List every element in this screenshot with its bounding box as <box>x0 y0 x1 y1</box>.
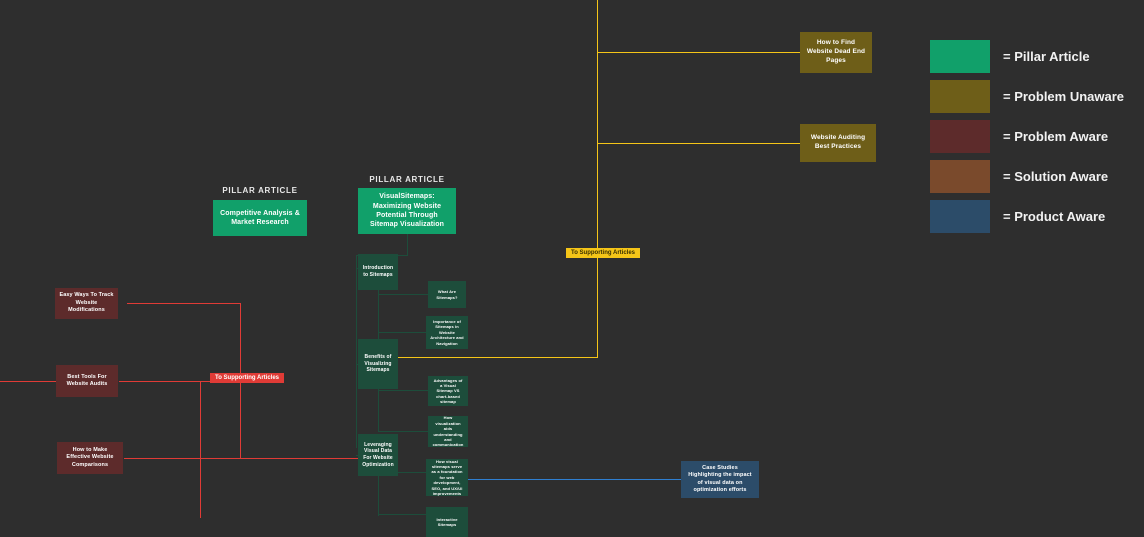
node-label: How to Find Website Dead End Pages <box>806 39 866 64</box>
connector-yellow-trunk <box>597 0 598 357</box>
connector-green-leveraging-child2 <box>378 514 426 515</box>
node-advantages-visual-vs-chart-sitemap[interactable]: Advantages of a Visual Sitemap VS chart-… <box>428 376 468 406</box>
node-label: Importance of Sitemaps in Website Archit… <box>430 319 464 346</box>
node-leveraging-visual-data[interactable]: Leveraging Visual Data For Website Optim… <box>358 434 398 476</box>
node-label: Leveraging Visual Data For Website Optim… <box>362 441 394 468</box>
connector-green-benefits-spine <box>378 388 379 432</box>
connector-green-pillar-down <box>407 234 408 255</box>
legend-label: = Problem Unaware <box>1003 89 1125 104</box>
legend-label: = Problem Aware <box>1003 129 1109 144</box>
connector-green-intro-child2 <box>378 332 426 333</box>
edge-label-yellow-supporting: To Supporting Articles <box>566 248 640 258</box>
node-label: Interactive Sitemaps <box>436 516 458 527</box>
node-label: Competitive Analysis & Market Research <box>220 209 300 226</box>
node-how-to-find-dead-end-pages[interactable]: How to Find Website Dead End Pages <box>800 32 872 73</box>
connector-yellow-to-dead-end <box>597 52 800 53</box>
legend-swatch-product-aware <box>930 200 990 233</box>
node-label: How to Make Effective Website Comparison… <box>66 446 114 468</box>
legend-swatch-solution-aware <box>930 160 990 193</box>
connector-green-leveraging-spine <box>378 472 379 516</box>
caption-pillar-article-left: PILLAR ARTICLE <box>213 186 307 195</box>
connector-green-benefits-child2 <box>378 431 428 432</box>
connector-red-comparisons <box>124 458 364 459</box>
node-best-tools-for-website-audits[interactable]: Best Tools For Website Audits <box>56 365 118 397</box>
legend-item-problem-aware: = Problem Aware <box>930 120 1108 153</box>
node-case-studies-impact-visual-data[interactable]: Case Studies Highlighting the impact of … <box>681 461 759 498</box>
edge-label-red-supporting: To Supporting Articles <box>210 373 284 383</box>
node-label: Benefits of Visualizing Sitemaps <box>364 353 392 374</box>
connector-red-track-mods <box>127 303 240 304</box>
node-benefits-of-visualizing-sitemaps[interactable]: Benefits of Visualizing Sitemaps <box>358 339 398 389</box>
legend-item-problem-unaware: = Problem Unaware <box>930 80 1124 113</box>
node-label: How visualization aids understanding and… <box>432 415 464 448</box>
node-competitive-analysis-market-research[interactable]: Competitive Analysis & Market Research <box>213 200 307 236</box>
connector-red-left-stub <box>0 381 56 382</box>
node-label: Introduction to Sitemaps <box>362 265 394 278</box>
node-easy-ways-to-track-website-modifications[interactable]: Easy Ways To Track Website Modifications <box>55 288 118 319</box>
connector-red-vertical-left <box>200 381 201 518</box>
node-how-visualization-aids-understanding[interactable]: How visualization aids understanding and… <box>428 415 468 448</box>
node-importance-of-sitemaps-architecture[interactable]: Importance of Sitemaps in Website Archit… <box>426 316 468 349</box>
caption-text: PILLAR ARTICLE <box>369 175 445 184</box>
legend-swatch-pillar-article <box>930 40 990 73</box>
node-visualsitemaps-pillar[interactable]: VisualSitemaps: Maximizing Website Poten… <box>358 188 456 234</box>
node-how-to-make-effective-website-comparisons[interactable]: How to Make Effective Website Comparison… <box>57 442 123 474</box>
node-label: How visual sitemaps serve as a foundatio… <box>431 458 463 496</box>
caption-pillar-article-main: PILLAR ARTICLE <box>358 175 456 184</box>
edge-label-text: To Supporting Articles <box>215 375 279 381</box>
node-label: What Are Sitemaps? <box>436 289 458 300</box>
node-label: VisualSitemaps: Maximizing Website Poten… <box>370 193 444 229</box>
node-label: Case Studies Highlighting the impact of … <box>688 464 752 493</box>
legend-label: = Product Aware <box>1003 209 1106 224</box>
node-label: Advantages of a Visual Sitemap VS chart-… <box>433 377 463 405</box>
legend-item-pillar-article: = Pillar Article <box>930 40 1090 73</box>
node-what-are-sitemaps[interactable]: What Are Sitemaps? <box>428 281 466 308</box>
node-foundation-web-dev-seo-uxui[interactable]: How visual sitemaps serve as a foundatio… <box>426 459 468 496</box>
connector-yellow-to-auditing <box>597 143 800 144</box>
node-bottom-partial[interactable]: Interactive Sitemaps <box>426 507 468 537</box>
node-introduction-to-sitemaps[interactable]: Introduction to Sitemaps <box>358 254 398 290</box>
legend-item-solution-aware: = Solution Aware <box>930 160 1108 193</box>
legend-label: = Pillar Article <box>1003 49 1090 64</box>
legend-swatch-problem-aware <box>930 120 990 153</box>
edge-label-text: To Supporting Articles <box>571 250 635 256</box>
connector-green-benefits-child1 <box>378 390 428 391</box>
node-label: Website Auditing Best Practices <box>810 134 866 150</box>
legend-label: = Solution Aware <box>1003 169 1109 184</box>
node-label: Best Tools For Website Audits <box>66 373 108 387</box>
caption-text: PILLAR ARTICLE <box>222 186 298 195</box>
connector-blue-to-case-studies <box>468 479 681 480</box>
legend-swatch-problem-unaware <box>930 80 990 113</box>
mindmap-canvas: How to Find Website Dead End Pages Websi… <box>0 0 1144 537</box>
connector-green-intro-child1 <box>378 294 428 295</box>
legend-item-product-aware: = Product Aware <box>930 200 1105 233</box>
connector-yellow-to-benefits <box>398 357 598 358</box>
connector-green-spine <box>356 255 357 448</box>
node-label: Easy Ways To Track Website Modifications <box>59 292 114 314</box>
node-website-auditing-best-practices[interactable]: Website Auditing Best Practices <box>800 124 876 162</box>
